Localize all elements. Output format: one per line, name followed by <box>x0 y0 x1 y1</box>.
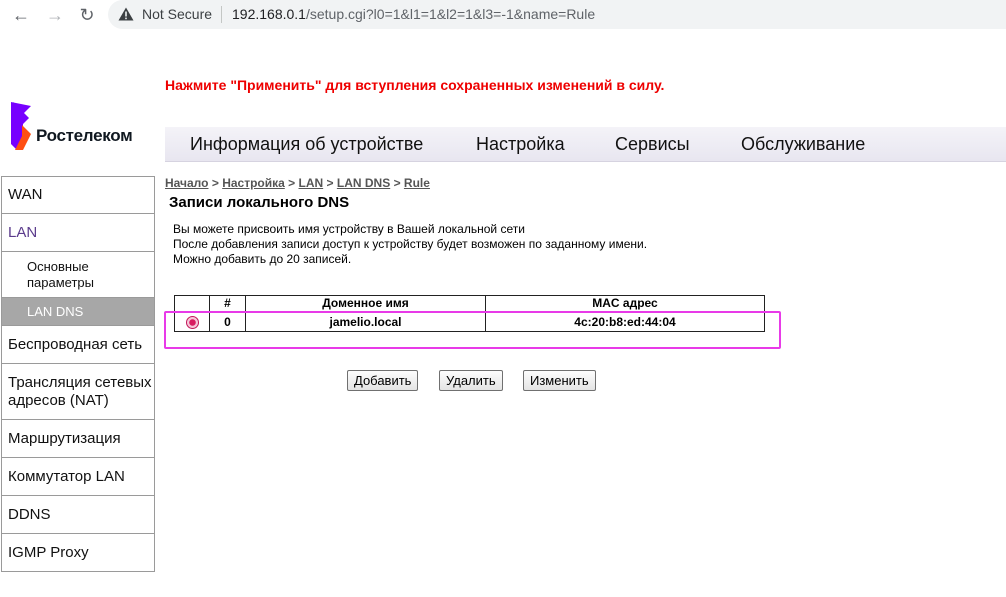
page-title: Записи локального DNS <box>169 194 350 211</box>
delete-button[interactable]: Удалить <box>439 370 503 391</box>
table-row[interactable]: 0 jamelio.local 4c:20:b8:ed:44:04 <box>174 311 765 332</box>
breadcrumb-settings[interactable]: Настройка <box>222 176 285 190</box>
url-host: 192.168.0.1 <box>232 6 306 22</box>
sidebar-item-lan[interactable]: LAN <box>1 214 155 252</box>
sidebar-item-basic-params[interactable]: Основные параметры <box>1 252 155 298</box>
header-select <box>174 295 210 312</box>
breadcrumb-home[interactable]: Начало <box>165 176 208 190</box>
sidebar-item-igmp-proxy[interactable]: IGMP Proxy <box>1 534 155 572</box>
address-bar[interactable]: Not Secure 192.168.0.1/setup.cgi?l0=1&l1… <box>108 0 1006 29</box>
row-select-cell[interactable] <box>174 311 210 332</box>
breadcrumb-separator: > <box>393 176 401 190</box>
sidebar-item-lan-dns[interactable]: LAN DNS <box>1 298 155 326</box>
breadcrumb-rule[interactable]: Rule <box>404 176 430 190</box>
description-line: Можно добавить до 20 записей. <box>173 252 352 266</box>
brand-name: Ростелеком <box>36 126 133 145</box>
breadcrumb-separator: > <box>326 176 334 190</box>
sidebar-item-wireless[interactable]: Беспроводная сеть <box>1 326 155 364</box>
sidebar-item-wan[interactable]: WAN <box>1 176 155 214</box>
url-text[interactable]: 192.168.0.1/setup.cgi?l0=1&l1=1&l2=1&l3=… <box>232 6 595 22</box>
sidebar-item-routing[interactable]: Маршрутизация <box>1 420 155 458</box>
nav-maintenance[interactable]: Обслуживание <box>741 134 865 155</box>
description: Вы можете присвоить имя устройству в Ваш… <box>173 222 647 267</box>
header-domain-name: Доменное имя <box>245 295 486 312</box>
breadcrumb-separator: > <box>288 176 296 190</box>
nav-device-info[interactable]: Информация об устройстве <box>190 134 423 155</box>
apply-notice: Нажмите "Применить" для вступления сохра… <box>165 77 665 93</box>
row-domain-name: jamelio.local <box>245 311 486 332</box>
dns-records-table: # Доменное имя MAC адрес 0 jamelio.local… <box>174 295 765 332</box>
header-number: # <box>209 295 246 312</box>
nav-settings[interactable]: Настройка <box>476 134 565 155</box>
sidebar-item-nat[interactable]: Трансляция сетевых адресов (NAT) <box>1 364 155 420</box>
security-label[interactable]: Not Secure <box>142 6 212 22</box>
back-arrow-icon[interactable]: ← <box>10 4 32 26</box>
top-navigation: Информация об устройстве Настройка Серви… <box>165 127 1006 162</box>
description-line: Вы можете присвоить имя устройству в Ваш… <box>173 222 525 236</box>
forward-arrow-icon[interactable]: → <box>44 4 66 26</box>
warning-triangle-icon[interactable] <box>118 7 134 21</box>
row-number: 0 <box>209 311 246 332</box>
nav-services[interactable]: Сервисы <box>615 134 690 155</box>
breadcrumb: Начало > Настройка > LAN > LAN DNS > Rul… <box>165 176 430 190</box>
breadcrumb-separator: > <box>211 176 219 190</box>
browser-toolbar: ← → ↻ Not Secure 192.168.0.1/setup.cgi?l… <box>0 0 1006 29</box>
url-path: /setup.cgi?l0=1&l1=1&l2=1&l3=-1&name=Rul… <box>305 6 596 22</box>
description-line: После добавления записи доступ к устройс… <box>173 237 648 251</box>
address-divider <box>221 6 222 23</box>
row-mac-address: 4c:20:b8:ed:44:04 <box>485 311 765 332</box>
row-radio-button[interactable] <box>185 315 199 329</box>
header-mac-address: MAC адрес <box>485 295 765 312</box>
reload-icon[interactable]: ↻ <box>76 4 98 26</box>
sidebar-item-lan-switch[interactable]: Коммутатор LAN <box>1 458 155 496</box>
table-header-row: # Доменное имя MAC адрес <box>174 295 765 312</box>
breadcrumb-lan[interactable]: LAN <box>299 176 324 190</box>
edit-button[interactable]: Изменить <box>523 370 596 391</box>
breadcrumb-lan-dns[interactable]: LAN DNS <box>337 176 390 190</box>
add-button[interactable]: Добавить <box>347 370 419 391</box>
sidebar-item-ddns[interactable]: DDNS <box>1 496 155 534</box>
